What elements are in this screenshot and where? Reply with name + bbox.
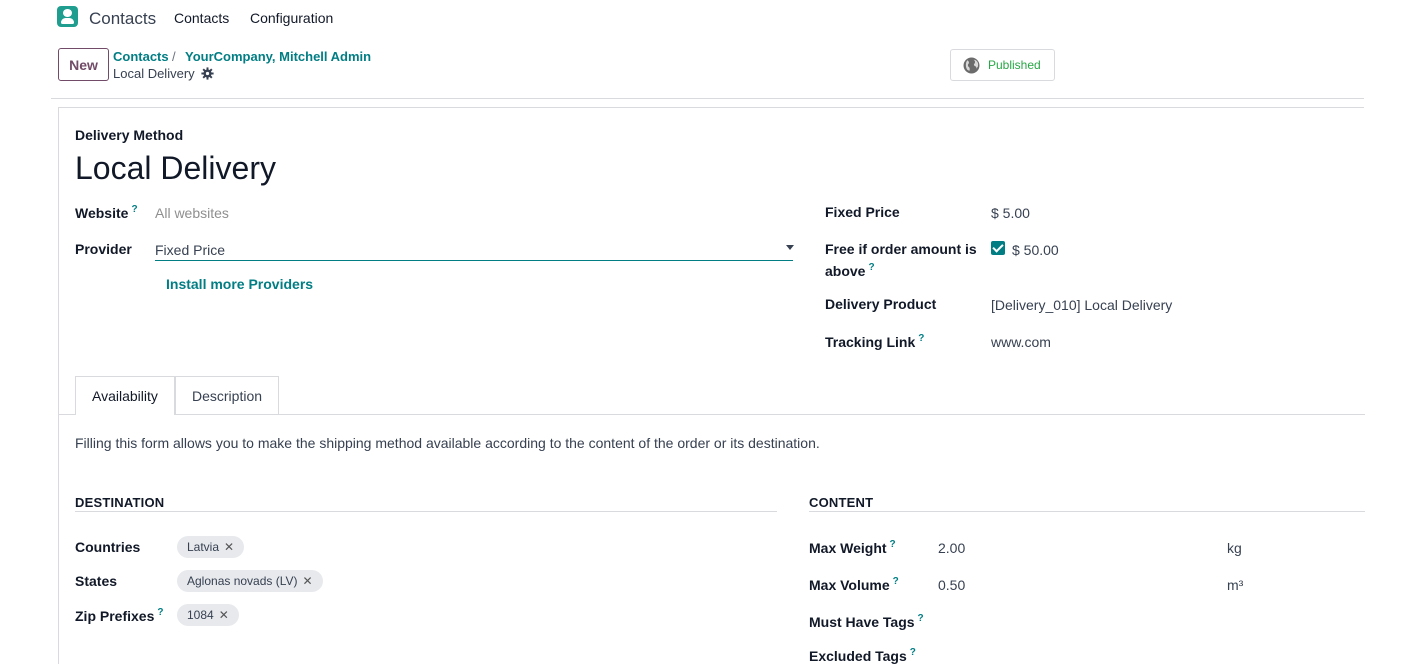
fixed-price-value[interactable]: $ 5.00 — [991, 205, 1030, 221]
max-volume-label: Max Volume? — [809, 576, 899, 593]
app-name[interactable]: Contacts — [89, 9, 156, 29]
content-divider — [809, 511, 1365, 512]
form-sheet: Delivery Method Local Delivery Website? … — [58, 107, 1365, 664]
free-if-amount[interactable]: $ 50.00 — [1012, 242, 1059, 258]
excluded-tags-label: Excluded Tags? — [809, 647, 916, 664]
must-have-tags-label: Must Have Tags? — [809, 613, 924, 630]
max-weight-label: Max Weight? — [809, 539, 896, 556]
published-label: Published — [988, 58, 1041, 72]
close-icon[interactable]: ✕ — [219, 608, 229, 622]
menu-configuration[interactable]: Configuration — [250, 10, 333, 26]
website-label: Website? — [75, 204, 138, 221]
countries-label: Countries — [75, 539, 141, 555]
delivery-product-label: Delivery Product — [825, 296, 937, 312]
provider-underline — [155, 260, 793, 261]
zip-tag[interactable]: 1084 ✕ — [177, 604, 239, 626]
tab-availability[interactable]: Availability — [75, 376, 175, 415]
delivery-product-value[interactable]: [Delivery_010] Local Delivery — [991, 297, 1172, 313]
max-weight-input[interactable]: 2.00 — [938, 540, 965, 556]
globe-icon — [963, 57, 980, 74]
tab-description[interactable]: Description — [175, 376, 280, 415]
destination-title: DESTINATION — [75, 495, 165, 510]
states-label: States — [75, 573, 118, 589]
install-providers-link[interactable]: Install more Providers — [166, 276, 313, 292]
tracking-link-value[interactable]: www.com — [991, 334, 1051, 350]
state-tag[interactable]: Aglonas novads (LV) ✕ — [177, 570, 323, 592]
free-if-label-line1: Free if order amount is — [825, 241, 977, 257]
tracking-link-label: Tracking Link? — [825, 333, 925, 350]
new-button[interactable]: New — [58, 48, 109, 81]
close-icon[interactable]: ✕ — [303, 574, 313, 588]
free-if-checkbox[interactable] — [991, 241, 1005, 255]
breadcrumb-company[interactable]: YourCompany, Mitchell Admin — [185, 49, 371, 64]
max-volume-unit: m³ — [1227, 577, 1244, 593]
record-type-label: Delivery Method — [75, 127, 184, 143]
provider-label: Provider — [75, 241, 132, 257]
country-tag[interactable]: Latvia ✕ — [177, 536, 245, 558]
gear-icon[interactable] — [201, 67, 214, 80]
contacts-app-icon[interactable] — [57, 6, 78, 27]
max-volume-input[interactable]: 0.50 — [938, 577, 965, 593]
tabs-divider — [59, 414, 1365, 415]
availability-intro: Filling this form allows you to make the… — [75, 435, 820, 451]
breadcrumb-separator: / — [172, 49, 176, 64]
max-weight-unit: kg — [1227, 540, 1242, 556]
breadcrumb-current: Local Delivery — [113, 66, 195, 81]
breadcrumb-contacts[interactable]: Contacts — [113, 49, 169, 64]
free-if-label-line2: above? — [825, 262, 875, 279]
content-title: CONTENT — [809, 495, 874, 510]
close-icon[interactable]: ✕ — [224, 540, 234, 554]
provider-select[interactable]: Fixed Price — [155, 242, 225, 258]
fixed-price-label: Fixed Price — [825, 204, 900, 220]
destination-divider — [75, 511, 777, 512]
zip-prefixes-label: Zip Prefixes? — [75, 607, 164, 624]
website-input[interactable]: All websites — [155, 205, 229, 221]
published-button[interactable]: Published — [950, 49, 1055, 81]
active-tab-gap — [76, 413, 174, 416]
menu-contacts[interactable]: Contacts — [174, 10, 229, 26]
record-name[interactable]: Local Delivery — [75, 150, 276, 187]
top-navbar: Contacts Contacts Configuration — [0, 0, 1416, 36]
control-panel-divider — [51, 98, 1364, 99]
chevron-down-icon[interactable] — [786, 245, 794, 250]
